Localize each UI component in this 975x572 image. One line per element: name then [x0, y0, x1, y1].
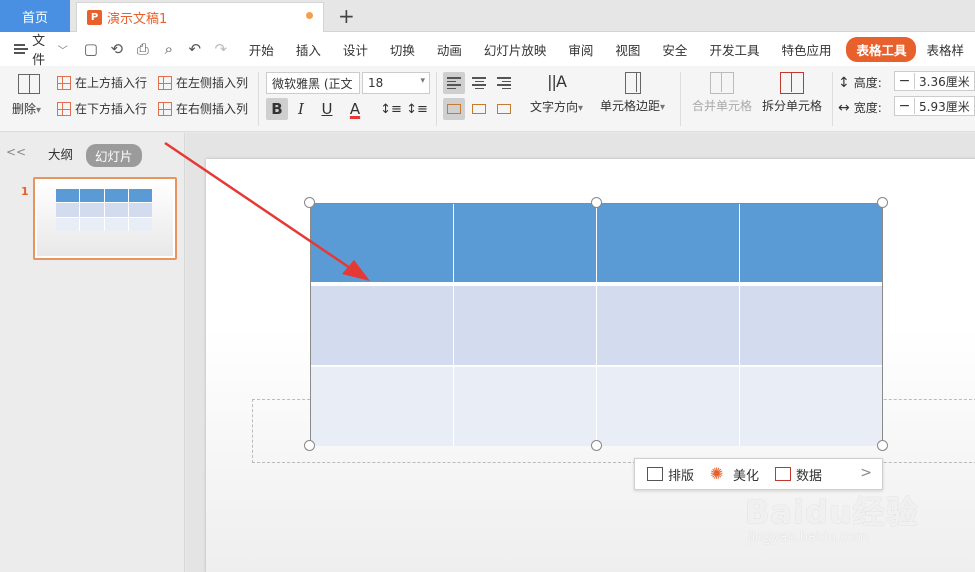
baidu-watermark: Baidu经验 — [745, 493, 919, 531]
arrow-head — [342, 260, 370, 281]
watermark-url: jingyan.baidu.com — [748, 530, 868, 545]
arrow-shaft — [164, 141, 357, 274]
